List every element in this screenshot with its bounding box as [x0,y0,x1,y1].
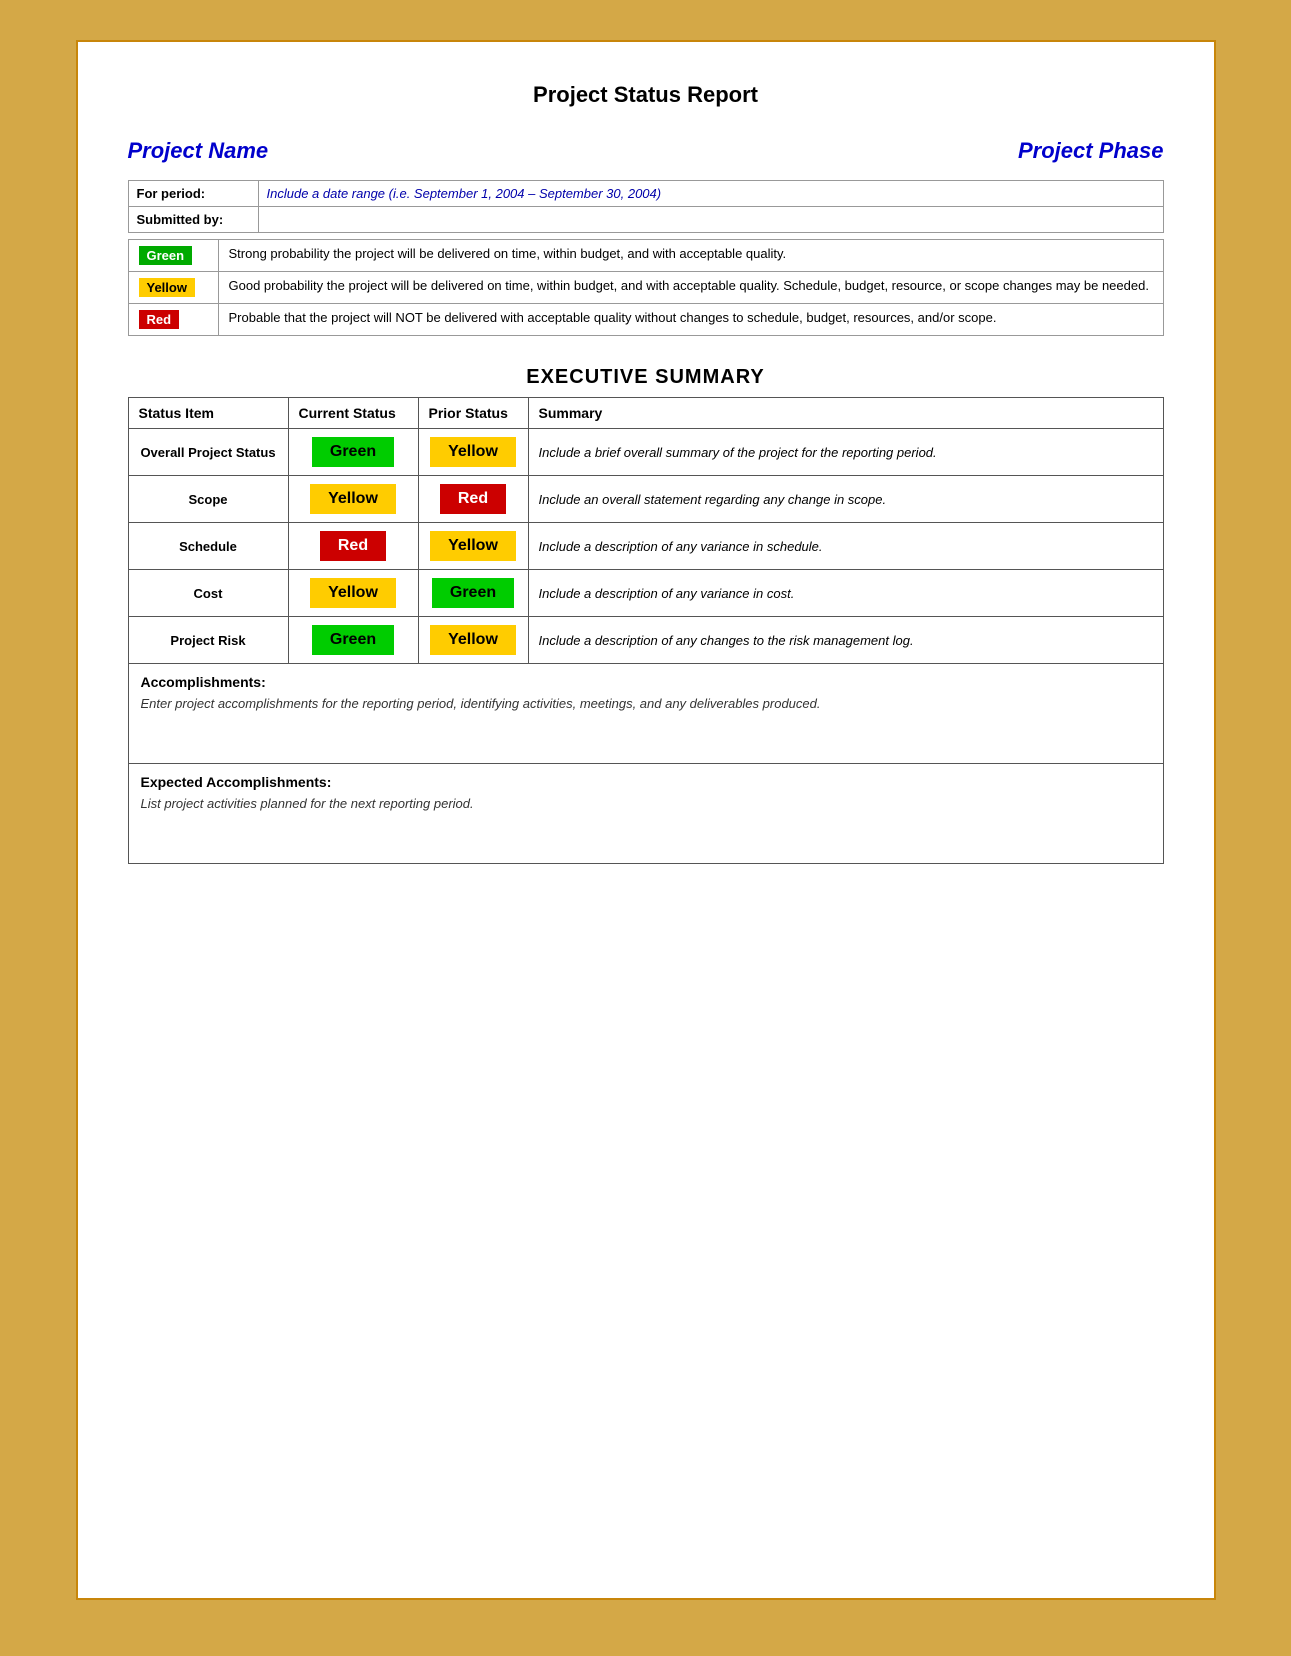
submitted-by-label: Submitted by: [128,207,258,233]
col-status-item: Status Item [128,398,288,429]
col-current-status: Current Status [288,398,418,429]
page: Project Status Report Project Name Proje… [76,40,1216,1600]
prior-status-cell: Yellow [418,429,528,476]
legend-desc-green: Strong probability the project will be d… [218,240,1163,272]
for-period-value: Include a date range (i.e. September 1, … [258,181,1163,207]
accomplishments-text: Enter project accomplishments for the re… [141,696,1151,711]
col-prior-status: Prior Status [418,398,528,429]
yellow-badge: Yellow [139,278,195,297]
legend-table: Green Strong probability the project wil… [128,239,1164,336]
red-badge: Red [139,310,180,329]
accomplishments-title: Accomplishments: [141,674,1151,690]
current-status-cell: Yellow [288,570,418,617]
exec-table-header-row: Status Item Current Status Prior Status … [128,398,1163,429]
current-status-badge: Yellow [310,578,396,608]
submitted-by-row: Submitted by: [128,207,1163,233]
expected-section: Expected Accomplishments: List project a… [128,764,1164,864]
summary-cell: Include a description of any variance in… [528,523,1163,570]
summary-cell: Include an overall statement regarding a… [528,476,1163,523]
prior-status-cell: Yellow [418,617,528,664]
executive-summary-title: EXECUTIVE SUMMARY [128,366,1164,389]
legend-row-red: Red Probable that the project will NOT b… [128,304,1163,336]
header-row: Project Name Project Phase [128,138,1164,164]
legend-badge-red: Red [128,304,218,336]
for-period-label: For period: [128,181,258,207]
col-summary: Summary [528,398,1163,429]
info-table: For period: Include a date range (i.e. S… [128,180,1164,233]
prior-status-badge: Red [440,484,506,514]
prior-status-badge: Yellow [430,437,516,467]
current-status-badge: Yellow [310,484,396,514]
prior-status-badge: Green [432,578,514,608]
table-row: Cost Yellow Green Include a description of … [128,570,1163,617]
summary-cell: Include a brief overall summary of the p… [528,429,1163,476]
prior-status-cell: Yellow [418,523,528,570]
status-item-cell: Overall Project Status [128,429,288,476]
legend-badge-green: Green [128,240,218,272]
table-row: Scope Yellow Red Include an overall stateme… [128,476,1163,523]
prior-status-badge: Yellow [430,625,516,655]
legend-badge-yellow: Yellow [128,272,218,304]
green-badge: Green [139,246,193,265]
executive-summary-section: EXECUTIVE SUMMARY Status Item Current St… [128,366,1164,864]
table-row: Project Risk Green Yellow Include a descrip… [128,617,1163,664]
legend-row-green: Green Strong probability the project wil… [128,240,1163,272]
status-item-cell: Cost [128,570,288,617]
table-row: Overall Project Status Green Yellow Include… [128,429,1163,476]
current-status-badge: Green [312,625,394,655]
prior-status-cell: Green [418,570,528,617]
status-item-cell: Project Risk [128,617,288,664]
table-row: Schedule Red Yellow Include a description o… [128,523,1163,570]
main-title: Project Status Report [128,82,1164,108]
legend-row-yellow: Yellow Good probability the project will… [128,272,1163,304]
exec-table: Status Item Current Status Prior Status … [128,397,1164,664]
project-phase-label: Project Phase [1018,138,1164,164]
legend-desc-yellow: Good probability the project will be del… [218,272,1163,304]
prior-status-cell: Red [418,476,528,523]
status-item-cell: Schedule [128,523,288,570]
current-status-badge: Red [320,531,386,561]
summary-cell: Include a description of any changes to … [528,617,1163,664]
for-period-row: For period: Include a date range (i.e. S… [128,181,1163,207]
current-status-cell: Green [288,617,418,664]
current-status-badge: Green [312,437,394,467]
submitted-by-value [258,207,1163,233]
accomplishments-section: Accomplishments: Enter project accomplis… [128,664,1164,764]
expected-text: List project activities planned for the … [141,796,1151,811]
legend-desc-red: Probable that the project will NOT be de… [218,304,1163,336]
summary-cell: Include a description of any variance in… [528,570,1163,617]
expected-title: Expected Accomplishments: [141,774,1151,790]
current-status-cell: Yellow [288,476,418,523]
prior-status-badge: Yellow [430,531,516,561]
current-status-cell: Red [288,523,418,570]
project-name-label: Project Name [128,138,269,164]
current-status-cell: Green [288,429,418,476]
status-item-cell: Scope [128,476,288,523]
